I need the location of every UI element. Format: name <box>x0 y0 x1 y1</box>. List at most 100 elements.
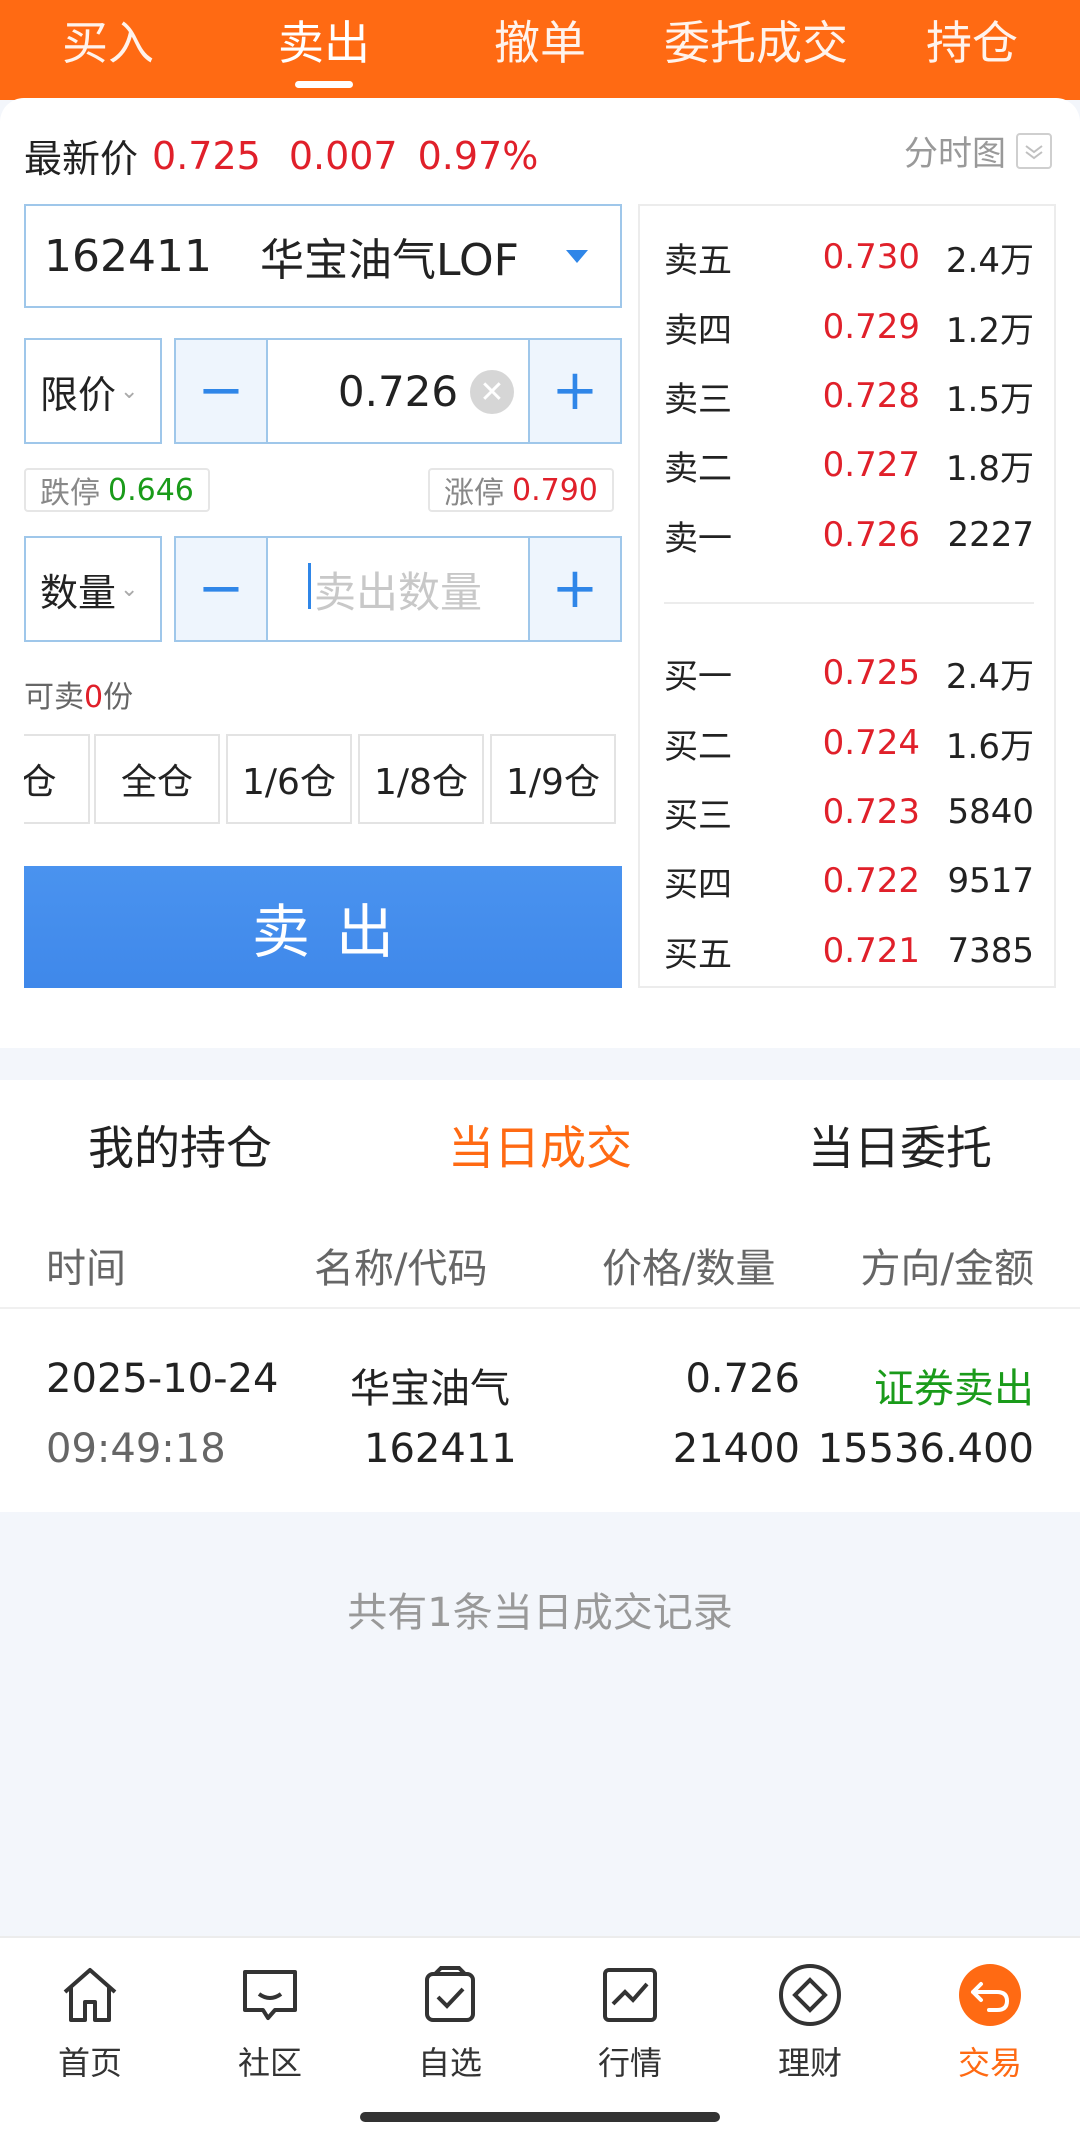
header-name-code: 名称/代码 <box>314 1246 488 1292</box>
clear-icon[interactable]: ✕ <box>470 370 514 414</box>
nav-wealth[interactable]: 理财 <box>720 1960 900 2084</box>
latest-price-label: 最新价 <box>24 137 139 181</box>
order-book: 卖五 0.730 2.4万 卖四 0.729 1.2万 卖三 0.728 1.5… <box>638 204 1056 988</box>
quantity-decrease-button[interactable]: − <box>176 538 268 640</box>
trade-name: 华宝油气 <box>350 1366 510 1412</box>
ask-level: 卖一 <box>664 518 732 559</box>
bid-volume: 9517 <box>947 861 1034 901</box>
tab-today-trades[interactable]: 当日成交 <box>360 1108 720 1188</box>
quantity-type-label: 数量 <box>40 570 117 615</box>
table-row[interactable]: 2025-10-24 09:49:18 华宝油气 162411 0.726 21… <box>0 1340 1080 1490</box>
tab-positions[interactable]: 持仓 <box>864 0 1080 86</box>
records-summary: 共有1条当日成交记录 <box>347 1590 733 1636</box>
nav-community-label: 社区 <box>237 2044 302 2082</box>
price-type-label: 限价 <box>40 372 117 417</box>
ratio-ninth-button[interactable]: 1/9仓 <box>490 734 616 824</box>
tab-today-orders[interactable]: 当日委托 <box>720 1108 1080 1188</box>
ask-level: 卖四 <box>664 310 732 351</box>
quantity-increase-button[interactable]: + <box>528 538 620 640</box>
nav-trade[interactable]: 交易 <box>900 1960 1080 2084</box>
ask-row[interactable]: 卖二 0.727 1.8万 <box>664 432 1034 498</box>
nav-home[interactable]: 首页 <box>0 1960 180 2084</box>
ratio-sixth-button[interactable]: 1/6仓 <box>226 734 352 824</box>
price-type-select[interactable]: 限价 ⌄ <box>24 338 162 444</box>
chevron-down-icon: ⌄ <box>120 576 139 602</box>
ask-row[interactable]: 卖一 0.726 2227 <box>664 502 1034 568</box>
ask-price: 0.730 <box>822 237 920 277</box>
quantity-placeholder: 卖出数量 <box>307 559 482 620</box>
price-increase-button[interactable]: + <box>528 340 620 442</box>
records-tabs: 我的持仓 当日成交 当日委托 <box>0 1108 1080 1188</box>
nav-wealth-label: 理财 <box>777 2044 842 2082</box>
bid-level: 买五 <box>664 934 732 975</box>
position-ratio-buttons: 2仓 全仓 1/6仓 1/8仓 1/9仓 <box>24 734 622 824</box>
header-direction-amount: 方向/金额 <box>860 1246 1034 1292</box>
sell-button[interactable]: 卖出 <box>24 866 622 988</box>
bid-volume: 5840 <box>947 792 1034 832</box>
trade-price: 0.726 <box>685 1356 800 1402</box>
bid-price: 0.724 <box>822 723 920 763</box>
stock-selector[interactable]: 162411 华宝油气LOF <box>24 204 622 308</box>
price-decrease-button[interactable]: − <box>176 340 268 442</box>
available-suffix: 份 <box>103 680 134 715</box>
bid-row[interactable]: 买三 0.723 5840 <box>664 779 1034 845</box>
limit-down-badge: 跌停 0.646 <box>24 468 210 512</box>
bid-row[interactable]: 买四 0.722 9517 <box>664 848 1034 914</box>
nav-watchlist-label: 自选 <box>417 2044 482 2082</box>
ratio-eighth-button[interactable]: 1/8仓 <box>358 734 484 824</box>
ask-row[interactable]: 卖四 0.729 1.2万 <box>664 294 1034 360</box>
chat-bubble-icon <box>243 1970 297 2020</box>
divider <box>0 1307 1080 1309</box>
ask-volume: 2.4万 <box>945 240 1034 281</box>
tab-buy[interactable]: 买入 <box>0 0 216 86</box>
trade-date: 2025-10-24 <box>46 1356 279 1402</box>
trade-amount: 15536.400 <box>817 1426 1034 1472</box>
bid-row[interactable]: 买五 0.721 7385 <box>664 918 1034 984</box>
price-input[interactable]: 0.726 ✕ <box>268 340 528 442</box>
header-time: 时间 <box>46 1246 126 1292</box>
intraday-chart-toggle[interactable]: 分时图 <box>904 126 1052 175</box>
nav-watchlist[interactable]: 自选 <box>360 1960 540 2084</box>
bid-volume: 7385 <box>947 931 1034 971</box>
quantity-type-select[interactable]: 数量 ⌄ <box>24 536 162 642</box>
stock-code: 162411 <box>44 230 212 282</box>
tab-sell[interactable]: 卖出 <box>216 0 432 88</box>
line-chart-icon <box>603 1968 657 2022</box>
ask-price: 0.727 <box>822 445 920 485</box>
stock-name: 华宝油气LOF <box>260 235 519 286</box>
chevron-down-icon <box>1016 132 1052 169</box>
ask-price: 0.726 <box>822 515 920 555</box>
quantity-stepper: − 卖出数量 + <box>174 536 622 642</box>
trade-return-icon <box>959 1964 1021 2026</box>
nav-community[interactable]: 社区 <box>180 1960 360 2084</box>
ask-volume: 1.8万 <box>945 448 1034 489</box>
ask-row[interactable]: 卖五 0.730 2.4万 <box>664 224 1034 290</box>
latest-price-value: 0.725 <box>152 133 261 178</box>
bid-row[interactable]: 买二 0.724 1.6万 <box>664 710 1034 776</box>
bid-volume: 2.4万 <box>945 656 1034 697</box>
bid-row[interactable]: 买一 0.725 2.4万 <box>664 640 1034 706</box>
nav-market[interactable]: 行情 <box>540 1960 720 2084</box>
tab-cancel-order[interactable]: 撤单 <box>432 0 648 86</box>
limit-down-label: 跌停 <box>40 476 100 511</box>
price-input-value: 0.726 <box>337 366 459 416</box>
limit-up-label: 涨停 <box>444 476 504 511</box>
available-prefix: 可卖 <box>24 680 84 715</box>
tab-my-positions[interactable]: 我的持仓 <box>0 1108 360 1188</box>
top-tab-bar: 买入 卖出 撤单 委托成交 持仓 <box>0 0 1080 100</box>
checklist-icon <box>425 1966 475 2022</box>
tab-orders-trades[interactable]: 委托成交 <box>648 0 864 86</box>
ratio-half-button[interactable]: 2仓 <box>24 734 90 824</box>
ask-level: 卖二 <box>664 448 732 489</box>
quantity-row: 数量 ⌄ − 卖出数量 + <box>24 536 622 642</box>
ratio-full-button[interactable]: 全仓 <box>94 734 220 824</box>
ask-row[interactable]: 卖三 0.728 1.5万 <box>664 363 1034 429</box>
quantity-input[interactable]: 卖出数量 <box>268 538 528 640</box>
price-row: 限价 ⌄ − 0.726 ✕ + <box>24 338 622 444</box>
trade-quantity: 21400 <box>672 1426 800 1472</box>
ask-price: 0.729 <box>822 307 920 347</box>
latest-price-row: 最新价 0.725 0.007 0.97% <box>24 128 538 183</box>
ask-level: 卖三 <box>664 379 732 420</box>
bid-volume: 1.6万 <box>945 726 1034 767</box>
home-icon <box>63 1968 117 2022</box>
